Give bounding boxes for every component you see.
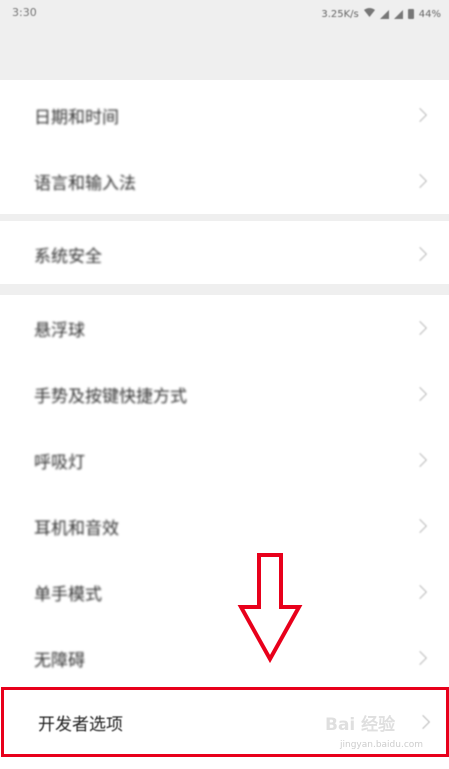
settings-item-label: 呼吸灯 — [34, 452, 85, 473]
down-arrow-icon — [237, 552, 303, 668]
wifi-icon — [363, 8, 375, 20]
chevron-right-icon — [412, 452, 428, 468]
status-indicators: 3.25K/s 44% — [321, 7, 441, 21]
settings-item-label: 语言和输入法 — [34, 173, 136, 194]
chevron-right-icon — [412, 518, 428, 534]
settings-item-headphones-audio[interactable]: 耳机和音效 — [0, 493, 449, 559]
settings-item-date-time[interactable]: 日期和时间 — [0, 82, 449, 148]
settings-item-accessibility[interactable]: 无障碍 — [0, 625, 449, 691]
settings-item-language-input[interactable]: 语言和输入法 — [0, 148, 449, 214]
settings-item-gesture-shortcuts[interactable]: 手势及按键快捷方式 — [0, 361, 449, 427]
network-speed: 3.25K/s — [321, 8, 359, 20]
signal-icon-2 — [393, 9, 403, 19]
chevron-right-icon — [412, 650, 428, 666]
settings-item-label: 无障碍 — [34, 650, 85, 671]
settings-item-breathing-light[interactable]: 呼吸灯 — [0, 427, 449, 493]
settings-item-label: 悬浮球 — [34, 320, 85, 341]
settings-item-label: 开发者选项 — [38, 715, 123, 735]
chevron-right-icon — [412, 107, 428, 123]
settings-group-1: 日期和时间 语言和输入法 — [0, 82, 449, 214]
settings-item-label: 手势及按键快捷方式 — [34, 386, 187, 407]
settings-group-2: 系统安全 — [0, 221, 449, 287]
status-time: 3:30 — [12, 6, 37, 19]
settings-item-label: 单手模式 — [34, 584, 102, 605]
chevron-right-icon — [412, 386, 428, 402]
status-bar: 3:30 3.25K/s 44% — [0, 0, 449, 80]
chevron-right-icon — [412, 320, 428, 336]
signal-icon — [379, 9, 389, 19]
chevron-right-icon — [412, 584, 428, 600]
chevron-right-icon — [412, 173, 428, 189]
settings-group-3: 悬浮球 手势及按键快捷方式 呼吸灯 耳机和音效 单手模式 无障碍 — [0, 295, 449, 691]
chevron-right-icon — [412, 246, 428, 262]
settings-item-label: 系统安全 — [34, 246, 102, 267]
watermark-logo: Bai 经验 — [325, 715, 396, 735]
battery-icon — [407, 9, 414, 19]
settings-item-floating-ball[interactable]: 悬浮球 — [0, 295, 449, 361]
settings-item-label: 耳机和音效 — [34, 518, 119, 539]
battery-percent: 44% — [418, 8, 441, 20]
chevron-right-icon — [415, 714, 431, 730]
watermark-url: jingyan.baidu.com — [340, 740, 424, 750]
settings-item-one-hand-mode[interactable]: 单手模式 — [0, 559, 449, 625]
settings-item-label: 日期和时间 — [34, 107, 119, 128]
settings-item-system-security[interactable]: 系统安全 — [0, 221, 449, 287]
